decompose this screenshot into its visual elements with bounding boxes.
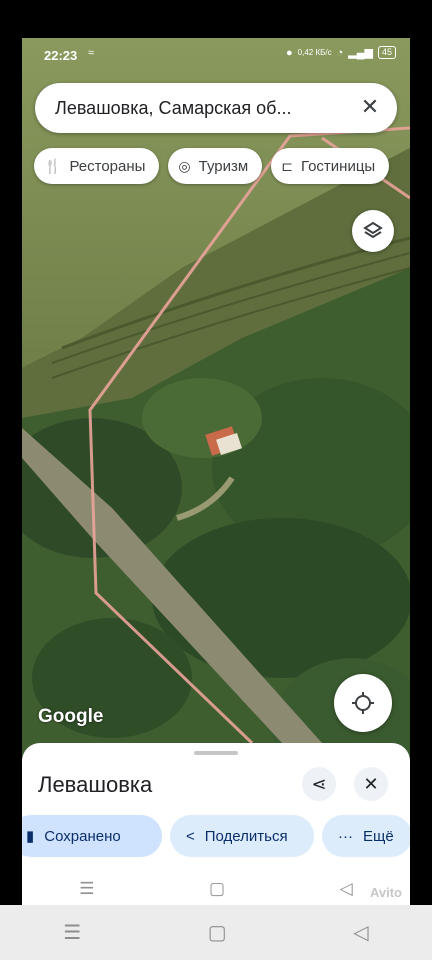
notification-icon: ≈ [88,47,95,59]
action-label: Ещё [363,827,394,845]
google-logo: Google [38,706,104,727]
layers-button[interactable] [352,210,394,252]
search-bar[interactable]: Левашовка, Самарская об... ✕ [35,83,397,133]
chip-tourism[interactable]: ◎ Туризм [168,148,263,184]
more-button[interactable]: ··· Ещё [322,815,410,857]
chip-label: Гостиницы [300,157,376,175]
share-icon: ⋖ [311,773,327,794]
drag-handle[interactable] [194,751,238,755]
place-sheet[interactable]: Левашовка ⋖ ✕ ▮ Сохранено < Поделиться ·… [22,743,410,905]
search-query[interactable]: Левашовка, Самарская об... [55,98,345,119]
share-icon: < [186,827,195,845]
wifi-icon: ◔ [336,46,344,59]
outer-nav-bar: ☰ ▢ ◁ [0,905,432,960]
chip-label: Туризм [198,157,249,175]
home-icon[interactable]: ▢ [208,920,227,945]
close-sheet-button[interactable]: ✕ [354,767,388,801]
share-action-button[interactable]: < Поделиться [170,815,314,857]
status-bar: 22:23 ≈ ● 0,42 КБ/с ◔ ▂▄▆ 45 [22,38,410,72]
signal-icon: ▂▄▆ [348,47,373,59]
close-icon[interactable]: ✕ [357,94,383,120]
chip-hotels[interactable]: ⊏ Гостиницы [271,148,390,184]
menu-icon[interactable]: ☰ [63,920,81,945]
phone-screen: 22:23 ≈ ● 0,42 КБ/с ◔ ▂▄▆ 45 Левашовка, … [22,38,410,905]
back-icon[interactable]: ◁ [353,920,368,945]
share-button[interactable]: ⋖ [302,767,336,801]
menu-icon[interactable]: ☰ [79,879,94,899]
bookmark-icon: ▮ [26,828,35,845]
saved-button[interactable]: ▮ Сохранено [22,815,162,857]
more-icon: ··· [338,827,353,845]
back-icon[interactable]: ◁ [340,879,353,899]
battery-icon: 45 [377,46,396,59]
my-location-button[interactable] [334,674,392,732]
layers-icon [363,221,383,239]
bed-icon: ⊏ [281,157,293,174]
place-actions: ▮ Сохранено < Поделиться ··· Ещё [22,815,410,857]
inner-nav-bar: ☰ ▢ ◁ [22,873,410,905]
chip-restaurants[interactable]: 🍴 Рестораны [34,148,160,184]
place-title: Левашовка [38,772,153,797]
action-label: Сохранено [44,827,121,845]
network-speed: 0,42 КБ/с [297,48,332,57]
status-time: 22:23 [44,48,78,63]
close-icon: ✕ [363,773,379,794]
status-icons: ● 0,42 КБ/с ◔ ▂▄▆ 45 [286,46,396,59]
restaurant-icon: 🍴 [44,157,62,174]
camera-icon: ◎ [178,157,191,174]
home-icon[interactable]: ▢ [209,879,225,899]
screenshot-frame: 22:23 ≈ ● 0,42 КБ/с ◔ ▂▄▆ 45 Левашовка, … [0,0,432,960]
chip-label: Рестораны [69,157,146,175]
watermark: Avito [369,885,402,900]
location-icon: ● [286,46,293,59]
crosshair-icon [352,692,374,714]
category-chips: 🍴 Рестораны ◎ Туризм ⊏ Гостиницы [34,148,390,184]
action-label: Поделиться [204,827,288,845]
